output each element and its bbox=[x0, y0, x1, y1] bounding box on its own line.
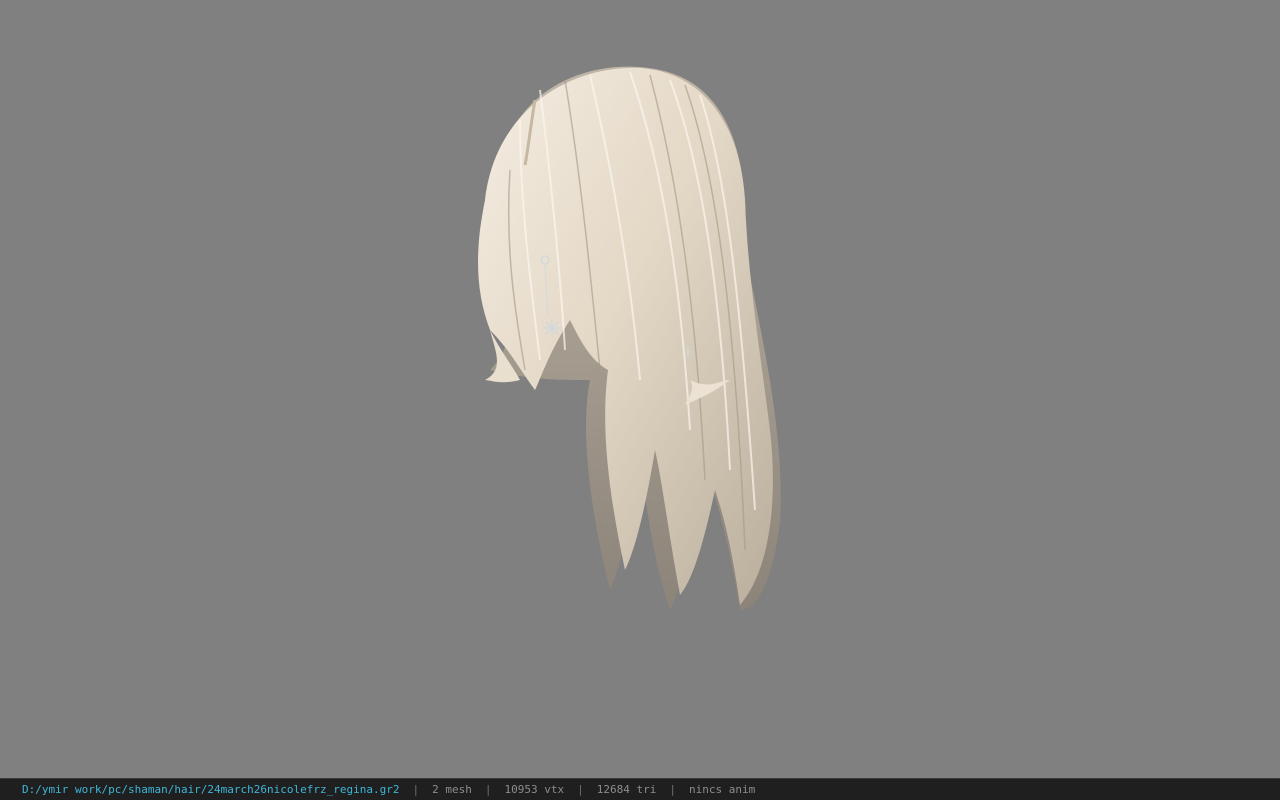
separator: | bbox=[484, 783, 492, 796]
mesh-count: 2 mesh bbox=[432, 783, 472, 796]
hair-model[interactable] bbox=[440, 50, 820, 630]
hair-main bbox=[478, 67, 773, 606]
triangle-count: 12684 tri bbox=[596, 783, 657, 796]
status-bar: D:/ymir work/pc/shaman/hair/24march26nic… bbox=[0, 778, 1280, 800]
vertex-count: 10953 vtx bbox=[504, 783, 565, 796]
separator: | bbox=[669, 783, 676, 796]
anim-status: nincs anim bbox=[688, 783, 756, 796]
separator: | bbox=[577, 783, 584, 796]
3d-viewport[interactable] bbox=[0, 0, 1280, 778]
file-path: D:/ymir work/pc/shaman/hair/24march26nic… bbox=[22, 783, 400, 796]
separator: | bbox=[412, 783, 420, 796]
